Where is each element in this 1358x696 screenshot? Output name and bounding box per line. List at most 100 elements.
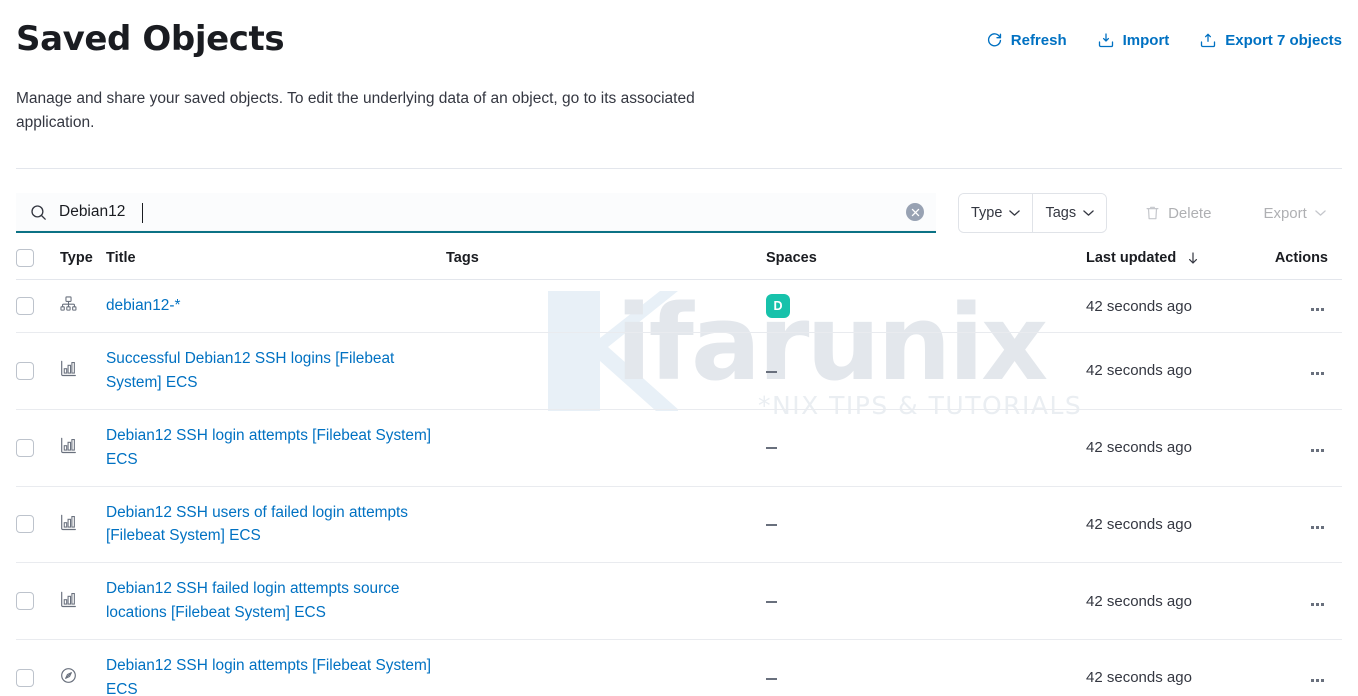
tags-filter-label: Tags [1045, 205, 1077, 222]
row-spaces-cell [766, 332, 1086, 410]
clear-icon [911, 208, 919, 216]
row-type-cell [60, 332, 106, 410]
export-objects-label: Export 7 objects [1225, 32, 1342, 49]
row-checkbox[interactable] [16, 297, 34, 316]
row-spaces-cell: D [766, 279, 1086, 334]
chevron-down-icon [1315, 210, 1326, 216]
row-checkbox[interactable] [16, 592, 34, 611]
index-pattern-icon [60, 296, 77, 311]
type-filter-button[interactable]: Type [959, 194, 1034, 233]
row-last-updated-cell: 42 seconds ago [1086, 639, 1266, 696]
header-actions: Refresh Import Export 7 objects [986, 18, 1342, 49]
row-title-link[interactable]: Debian12 SSH failed login attempts sourc… [106, 577, 436, 625]
last-updated-value: 42 seconds ago [1086, 362, 1192, 380]
trash-icon [1146, 206, 1159, 220]
row-title-link[interactable]: debian12-* [106, 294, 180, 318]
row-checkbox[interactable] [16, 438, 34, 457]
row-title-link[interactable]: Debian12 SSH login attempts [Filebeat Sy… [106, 424, 436, 472]
ellipsis-icon[interactable] [1307, 675, 1328, 686]
row-last-updated-cell: 42 seconds ago [1086, 409, 1266, 487]
row-checkbox[interactable] [16, 668, 34, 687]
row-spaces-cell [766, 486, 1086, 564]
empty-value-dash [766, 600, 777, 603]
ellipsis-icon[interactable] [1307, 522, 1328, 533]
table-row: debian12-* D 42 seconds ago [16, 279, 1342, 334]
visualization-icon [61, 591, 76, 607]
text-cursor [142, 203, 143, 224]
row-title-cell: Debian12 SSH login attempts [Filebeat Sy… [106, 409, 446, 487]
export-dropdown-button[interactable]: Export [1249, 194, 1339, 232]
search-field-wrapper[interactable] [16, 193, 936, 234]
actions-header: Actions [1266, 249, 1342, 281]
row-spaces-cell [766, 409, 1086, 487]
table-row: Debian12 SSH login attempts [Filebeat Sy… [16, 639, 1342, 696]
row-select-cell [16, 279, 60, 334]
row-spaces-cell [766, 639, 1086, 696]
refresh-button[interactable]: Refresh [986, 32, 1067, 49]
tags-header[interactable]: Tags [446, 249, 766, 281]
tags-filter-button[interactable]: Tags [1033, 194, 1107, 233]
select-all-checkbox[interactable] [16, 249, 34, 268]
ellipsis-icon[interactable] [1307, 368, 1328, 379]
chevron-down-icon [1083, 210, 1094, 216]
ellipsis-icon[interactable] [1307, 304, 1328, 315]
row-title-cell: debian12-* [106, 279, 446, 334]
import-label: Import [1122, 32, 1170, 49]
last-updated-value: 42 seconds ago [1086, 592, 1192, 610]
row-last-updated-cell: 42 seconds ago [1086, 562, 1266, 641]
search-icon [31, 204, 46, 220]
chevron-down-icon [1009, 210, 1021, 216]
row-last-updated-cell: 42 seconds ago [1086, 279, 1266, 334]
last-updated-value: 42 seconds ago [1086, 439, 1192, 457]
table-row: Successful Debian12 SSH logins [Filebeat… [16, 332, 1342, 410]
search-input[interactable] [59, 193, 936, 232]
row-title-cell: Debian12 SSH failed login attempts sourc… [106, 562, 446, 641]
ellipsis-icon[interactable] [1307, 445, 1328, 456]
last-updated-label: Last updated [1086, 250, 1177, 267]
ellipsis-icon[interactable] [1307, 599, 1328, 610]
row-select-cell [16, 486, 60, 564]
row-type-cell [60, 279, 106, 334]
table-row: Debian12 SSH login attempts [Filebeat Sy… [16, 409, 1342, 487]
visualization-icon [61, 361, 76, 377]
empty-value-dash [766, 370, 777, 373]
type-filter-label: Type [971, 205, 1003, 222]
row-title-link[interactable]: Debian12 SSH login attempts [Filebeat Sy… [106, 654, 436, 696]
row-checkbox[interactable] [16, 361, 34, 380]
row-title-link[interactable]: Debian12 SSH users of failed login attem… [106, 501, 436, 549]
empty-value-dash [766, 677, 777, 680]
row-checkbox[interactable] [16, 515, 34, 534]
row-actions-cell [1266, 332, 1342, 410]
type-header[interactable]: Type [60, 249, 106, 281]
row-actions-cell [1266, 639, 1342, 696]
row-type-cell [60, 639, 106, 696]
delete-button[interactable]: Delete [1131, 194, 1225, 232]
table-row: Debian12 SSH failed login attempts sourc… [16, 562, 1342, 641]
page-header: Saved Objects Refresh Import Export 7 ob… [16, 0, 1342, 61]
table-controls: Type Tags Delete Export [16, 193, 1342, 234]
row-tags-cell [446, 562, 766, 641]
row-title-cell: Debian12 SSH login attempts [Filebeat Sy… [106, 639, 446, 696]
row-tags-cell [446, 279, 766, 334]
arrow-down-icon [1189, 252, 1198, 264]
row-tags-cell [446, 409, 766, 487]
import-button[interactable]: Import [1097, 32, 1170, 49]
spaces-header[interactable]: Spaces [766, 249, 1086, 281]
refresh-label: Refresh [1010, 32, 1067, 49]
last-updated-value: 42 seconds ago [1086, 669, 1192, 687]
row-last-updated-cell: 42 seconds ago [1086, 332, 1266, 410]
last-updated-value: 42 seconds ago [1086, 297, 1192, 315]
clear-search-button[interactable] [906, 203, 924, 222]
select-all-header [16, 249, 60, 281]
row-actions-cell [1266, 279, 1342, 334]
row-select-cell [16, 332, 60, 410]
row-title-link[interactable]: Successful Debian12 SSH logins [Filebeat… [106, 347, 436, 395]
page-title: Saved Objects [16, 19, 285, 59]
row-tags-cell [446, 486, 766, 564]
last-updated-header[interactable]: Last updated [1086, 249, 1266, 281]
export-objects-button[interactable]: Export 7 objects [1199, 32, 1342, 49]
row-actions-cell [1266, 562, 1342, 641]
row-select-cell [16, 562, 60, 641]
space-avatar[interactable]: D [766, 294, 790, 319]
title-header[interactable]: Title [106, 249, 446, 281]
